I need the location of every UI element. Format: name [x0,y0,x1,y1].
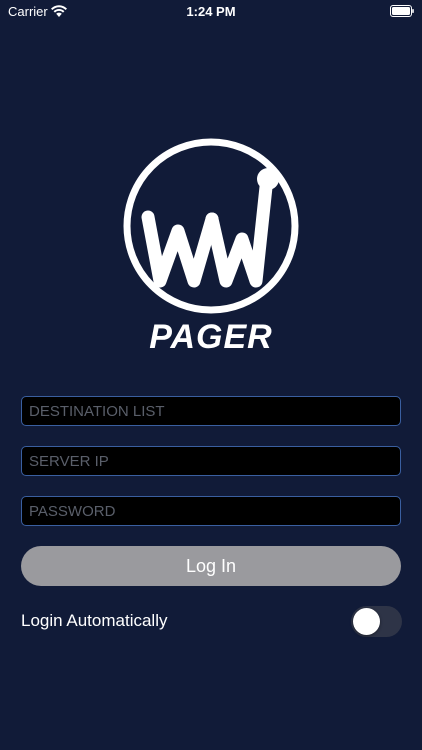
clock: 1:24 PM [186,4,236,19]
login-automatically-toggle[interactable] [351,606,402,637]
toggle-knob[interactable] [353,608,380,635]
destination-list-input[interactable] [21,396,401,426]
server-ip-input[interactable] [21,446,401,476]
battery-icon [390,5,414,17]
login-button[interactable]: Log In [21,546,401,586]
login-automatically-label: Login Automatically [21,611,168,630]
app-name: PAGER [149,318,273,356]
status-bar: Carrier 1:24 PM [0,0,422,24]
ww-logo-icon [123,138,299,314]
password-input[interactable] [21,496,401,526]
